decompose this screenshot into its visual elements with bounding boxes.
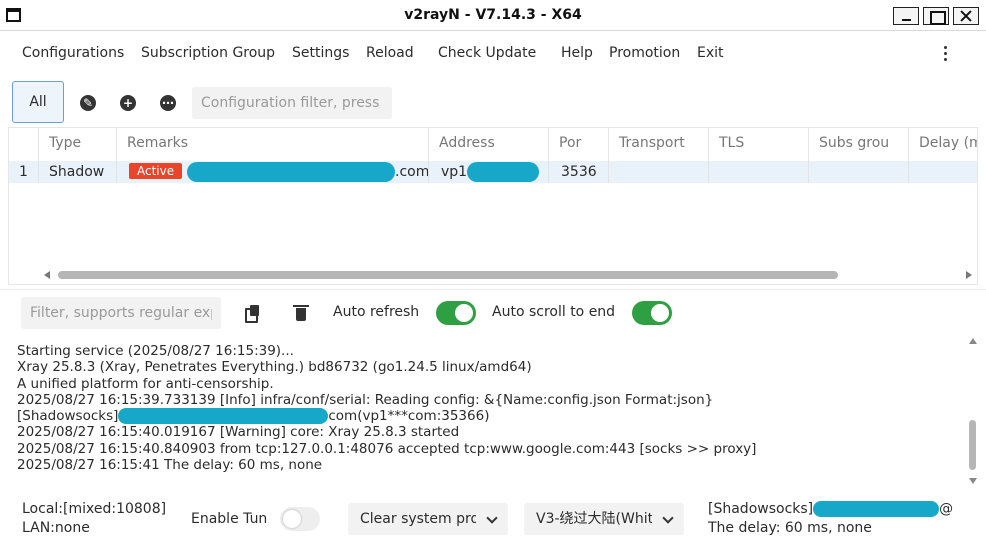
scrollbar-thumb[interactable] — [969, 420, 976, 470]
log-line: [Shadowsocks] com(vp1***com:35366) — [17, 408, 967, 425]
log-line-clipped — [17, 333, 967, 343]
auto-scroll-label: Auto scroll to end — [492, 304, 616, 320]
column-delay[interactable]: Delay (m — [909, 128, 977, 161]
column-subs-group[interactable]: Subs grou — [809, 128, 909, 161]
column-port[interactable]: Por — [549, 128, 609, 161]
auto-scroll-toggle[interactable] — [632, 301, 672, 325]
log-line-prefix: [Shadowsocks] — [17, 408, 119, 425]
enable-tun-toggle[interactable] — [280, 507, 320, 531]
scroll-right-icon[interactable] — [966, 271, 972, 279]
log-line: Starting service (2025/08/27 16:15:39)..… — [17, 343, 294, 359]
row-remarks: Active .com — [117, 161, 429, 183]
scroll-up-icon[interactable] — [969, 338, 977, 344]
more-options-icon[interactable] — [944, 46, 948, 64]
copy-icon[interactable] — [245, 305, 261, 323]
table-row[interactable]: 1 Shadow Active .com vp1 3536 — [9, 161, 977, 183]
close-button[interactable] — [953, 7, 979, 25]
local-port-status: Local:[mixed:10808] — [22, 501, 167, 517]
column-transport[interactable]: Transport — [609, 128, 709, 161]
column-tls[interactable]: TLS — [709, 128, 809, 161]
status-bar: Local:[mixed:10808] LAN:none Enable Tun … — [0, 494, 986, 549]
log-filter-input[interactable] — [21, 297, 221, 329]
redacted-address — [467, 162, 539, 182]
scroll-down-icon[interactable] — [969, 478, 977, 484]
window-title: v2rayN - V7.14.3 - X64 — [404, 7, 582, 23]
row-type: Shadow — [39, 161, 117, 183]
row-delay — [909, 161, 977, 183]
title-bar: v2rayN - V7.14.3 - X64 — [0, 0, 986, 31]
routing-value: V3-绕过大陆(Whit — [536, 511, 652, 527]
panel-divider[interactable] — [0, 289, 986, 290]
menu-reload[interactable]: Reload — [366, 45, 414, 61]
row-transport — [609, 161, 709, 183]
row-tls — [709, 161, 809, 183]
system-proxy-select[interactable]: Clear system pro — [348, 503, 508, 535]
menu-configurations[interactable]: Configurations — [22, 45, 124, 61]
edit-icon[interactable]: ✎ — [80, 95, 96, 111]
current-server-status: [Shadowsocks] @ — [708, 501, 953, 517]
delay-status: The delay: 60 ms, none — [708, 520, 872, 536]
log-line: Xray 25.8.3 (Xray, Penetrates Everything… — [17, 359, 532, 376]
auto-refresh-label: Auto refresh — [333, 304, 420, 320]
active-badge: Active — [129, 163, 183, 179]
routing-select[interactable]: V3-绕过大陆(Whit — [524, 503, 684, 535]
maximize-button[interactable] — [923, 7, 949, 25]
menu-settings[interactable]: Settings — [292, 45, 349, 61]
server-table: Type Remarks Address Por Transport TLS S… — [8, 127, 978, 285]
log-line: 2025/08/27 16:15:39.733139 [Info] infra/… — [17, 391, 714, 408]
scroll-left-icon[interactable] — [44, 271, 50, 279]
remarks-suffix: .com — [395, 164, 429, 180]
column-remarks[interactable]: Remarks — [117, 128, 429, 161]
menu-bar: Configurations Subscription Group Settin… — [0, 32, 986, 76]
more-circle-icon[interactable]: ⋯ — [160, 95, 176, 111]
table-horizontal-scrollbar[interactable] — [36, 268, 976, 282]
configuration-filter-input[interactable] — [192, 87, 392, 119]
log-line-suffix: com(vp1***com:35366) — [328, 408, 490, 425]
column-index — [9, 128, 39, 161]
enable-tun-label: Enable Tun — [191, 511, 268, 527]
row-subs-group — [809, 161, 909, 183]
minimize-button[interactable] — [893, 7, 919, 25]
server-toolbar: All ✎ + ⋯ — [0, 78, 986, 126]
row-address: vp1 — [429, 161, 549, 183]
tab-all[interactable]: All — [12, 81, 64, 123]
menu-help[interactable]: Help — [561, 45, 593, 61]
log-line: 2025/08/27 16:15:40.019167 [Warning] cor… — [17, 424, 460, 441]
log-line: 2025/08/27 16:15:40.840903 from tcp:127.… — [17, 440, 757, 457]
chevron-down-icon — [662, 512, 674, 524]
redacted-server — [118, 408, 329, 425]
menu-promotion[interactable]: Promotion — [609, 45, 680, 61]
redacted-remarks — [187, 162, 395, 182]
redacted-server-name — [813, 501, 940, 517]
column-type[interactable]: Type — [39, 128, 117, 161]
chevron-down-icon — [486, 512, 498, 524]
menu-check-update[interactable]: Check Update — [438, 45, 536, 61]
scrollbar-thumb[interactable] — [58, 271, 838, 279]
log-line: 2025/08/27 16:15:41 The delay: 60 ms, no… — [17, 457, 323, 474]
trash-icon[interactable] — [293, 304, 309, 321]
table-header: Type Remarks Address Por Transport TLS S… — [9, 128, 977, 161]
auto-refresh-toggle[interactable] — [436, 301, 476, 325]
row-port: 3536 — [549, 161, 609, 183]
log-toolbar: Auto refresh Auto scroll to end — [0, 292, 986, 334]
lan-status: LAN:none — [22, 520, 90, 536]
log-output[interactable]: Starting service (2025/08/27 16:15:39)..… — [17, 333, 967, 483]
menu-subscription-group[interactable]: Subscription Group — [141, 45, 275, 61]
log-line: A unified platform for anti-censorship. — [17, 375, 274, 392]
current-server-suffix: @ — [939, 501, 954, 517]
current-server-label: [Shadowsocks] — [708, 501, 814, 517]
menu-exit[interactable]: Exit — [697, 45, 724, 61]
address-prefix: vp1 — [441, 164, 468, 180]
column-address[interactable]: Address — [429, 128, 549, 161]
log-vertical-scrollbar[interactable] — [967, 338, 979, 484]
add-icon[interactable]: + — [120, 95, 136, 111]
row-index: 1 — [9, 161, 39, 183]
system-proxy-value: Clear system pro — [360, 511, 476, 527]
